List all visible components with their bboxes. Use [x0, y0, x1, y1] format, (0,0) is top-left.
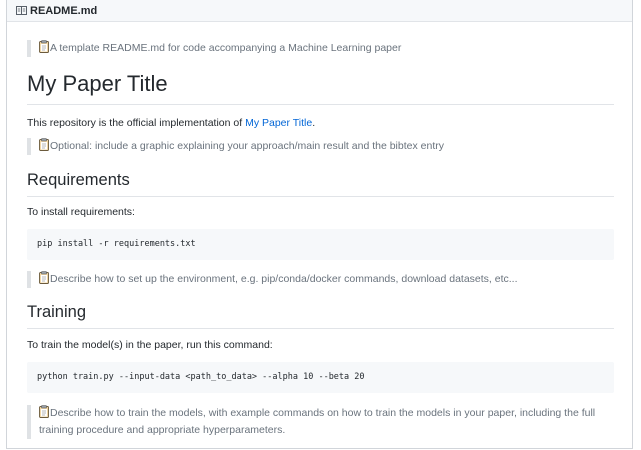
- official-text: This repository is the official implemen…: [27, 117, 246, 129]
- paper-title-link[interactable]: My Paper Title: [245, 117, 312, 129]
- clipboard-icon: [39, 271, 49, 284]
- optional-note-text: Optional: include a graphic explaining y…: [50, 140, 444, 152]
- readme-panel: README.md A template README.md for code …: [6, 0, 633, 449]
- official-implementation-text: This repository is the official implemen…: [27, 115, 614, 131]
- clipboard-icon: [39, 138, 49, 151]
- requirements-note: Describe how to set up the environment, …: [27, 271, 614, 288]
- intro-note-text: A template README.md for code accompanyi…: [50, 42, 402, 54]
- file-header: README.md: [7, 0, 632, 22]
- book-icon: [16, 6, 27, 15]
- page-title: My Paper Title: [27, 70, 614, 105]
- requirements-heading: Requirements: [27, 169, 614, 197]
- optional-note: Optional: include a graphic explaining y…: [27, 138, 614, 155]
- requirements-note-text: Describe how to set up the environment, …: [50, 273, 518, 285]
- official-suffix: .: [312, 117, 316, 129]
- requirements-intro: To install requirements:: [27, 206, 135, 218]
- clipboard-icon: [39, 405, 49, 418]
- clipboard-icon: [39, 40, 49, 53]
- training-code-block[interactable]: python train.py --input-data <path_to_da…: [27, 362, 614, 393]
- intro-note: A template README.md for code accompanyi…: [27, 40, 614, 57]
- training-intro: To train the model(s) in the paper, run …: [27, 339, 273, 351]
- training-note-text: Describe how to train the models, with e…: [39, 407, 596, 436]
- file-name: README.md: [30, 4, 98, 17]
- training-note: Describe how to train the models, with e…: [27, 405, 614, 439]
- requirements-code-block[interactable]: pip install -r requirements.txt: [27, 229, 614, 260]
- training-heading: Training: [27, 301, 614, 329]
